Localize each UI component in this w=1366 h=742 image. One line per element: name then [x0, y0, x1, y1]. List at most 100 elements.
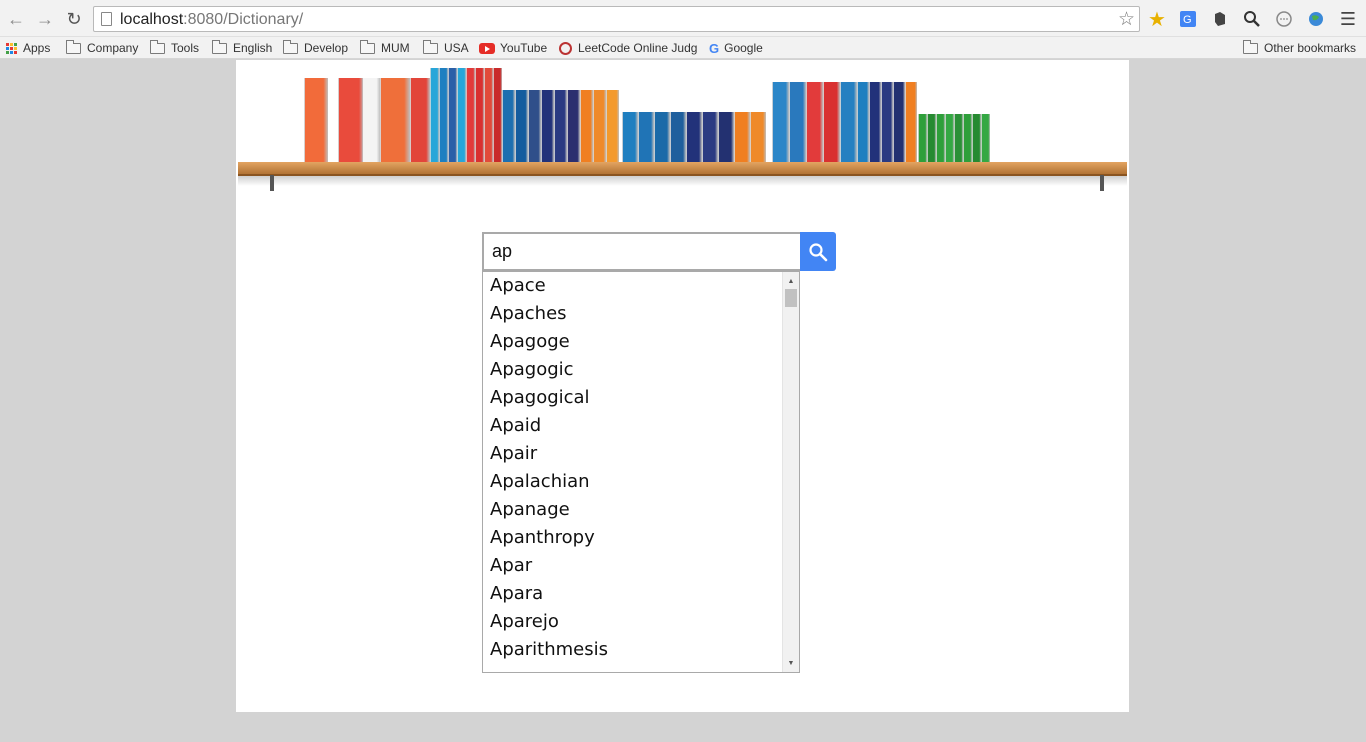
suggestion-item[interactable]: Apanthropy: [483, 524, 782, 552]
suggestion-list: Apace Apaches Apagoge Apagogic Apagogica…: [483, 272, 782, 664]
book-spine: [502, 90, 515, 162]
bookmark-other[interactable]: Other bookmarks: [1243, 39, 1356, 57]
book-spine: [954, 114, 963, 162]
suggestion-item[interactable]: Aparejo: [483, 608, 782, 636]
reload-icon[interactable]: ↻: [63, 8, 85, 30]
globe-icon[interactable]: [1305, 8, 1327, 30]
ellipsis-circle-icon[interactable]: [1273, 8, 1295, 30]
book-spine: [410, 78, 430, 162]
book-spine: [654, 112, 670, 162]
evernote-icon[interactable]: [1209, 8, 1231, 30]
book-spine: [466, 68, 475, 162]
page-content: Apace Apaches Apagoge Apagogic Apagogica…: [236, 60, 1129, 712]
translate-icon[interactable]: G: [1177, 8, 1199, 30]
book-spine: [457, 68, 466, 162]
apps-grid-icon: [6, 42, 17, 54]
google-icon: G: [709, 40, 720, 56]
shelf-bracket: [270, 175, 274, 191]
book-spine: [869, 82, 881, 162]
book-spine: [918, 114, 927, 162]
book-spine: [936, 114, 945, 162]
scroll-down-icon[interactable]: ▼: [783, 656, 799, 670]
book-spine: [430, 68, 439, 162]
folder-icon: [423, 39, 438, 54]
folder-icon: [66, 39, 81, 54]
bookmark-english[interactable]: English: [212, 39, 272, 57]
browser-toolbar: ← → ↻ localhost:8080/Dictionary/ ☆ ★ G ☰: [0, 0, 1366, 37]
folder-icon: [150, 39, 165, 54]
suggestion-item[interactable]: Apar: [483, 552, 782, 580]
book-spine: [750, 112, 766, 162]
folder-icon: [283, 39, 298, 54]
search-icon: [809, 242, 828, 261]
book-spine: [380, 78, 410, 162]
svg-text:G: G: [1183, 14, 1192, 26]
book-spine: [789, 82, 806, 162]
suggestion-item[interactable]: Apagoge: [483, 328, 782, 356]
scroll-thumb[interactable]: [785, 289, 797, 307]
url-text: localhost:8080/Dictionary/: [120, 11, 304, 28]
search-button[interactable]: [800, 232, 836, 271]
leetcode-icon: [559, 41, 572, 55]
shelf-shadow: [238, 176, 1127, 186]
book-spine: [806, 82, 823, 162]
suggestion-item[interactable]: Apaid: [483, 412, 782, 440]
back-icon[interactable]: ←: [5, 8, 27, 30]
search-bar: [482, 232, 836, 271]
folder-icon: [212, 39, 227, 54]
scroll-up-icon[interactable]: ▲: [783, 274, 799, 288]
suggestion-item[interactable]: Apara: [483, 580, 782, 608]
book-spine: [857, 82, 869, 162]
book-spine: [945, 114, 954, 162]
book-spine: [448, 68, 457, 162]
suggestion-item[interactable]: Aparithmesis: [483, 636, 782, 664]
book-spine: [493, 68, 502, 162]
book-spine: [670, 112, 686, 162]
book-spine: [686, 112, 702, 162]
suggestion-item[interactable]: Apagogical: [483, 384, 782, 412]
suggestion-scrollbar[interactable]: ▲ ▼: [782, 272, 799, 672]
bookmark-leetcode[interactable]: LeetCode Online Judg: [559, 39, 699, 57]
bookmark-youtube[interactable]: YouTube: [479, 39, 547, 57]
book-spine: [718, 112, 734, 162]
book-spine: [702, 112, 718, 162]
bookmark-develop[interactable]: Develop: [283, 39, 348, 57]
forward-icon[interactable]: →: [34, 8, 56, 30]
bookmark-company[interactable]: Company: [66, 39, 138, 57]
book-spine: [484, 68, 493, 162]
folder-icon: [360, 39, 375, 54]
book-spine: [554, 90, 567, 162]
dictionary-books-image: [304, 66, 990, 162]
suggestion-item[interactable]: Apalachian: [483, 468, 782, 496]
suggestion-item[interactable]: Apagogic: [483, 356, 782, 384]
book-spine: [362, 78, 380, 162]
suggestion-item[interactable]: Apair: [483, 440, 782, 468]
bookmarks-bar: Apps Company Tools English Develop MUM U…: [0, 37, 1366, 59]
bookmark-google[interactable]: G Google: [709, 39, 763, 57]
suggestion-item[interactable]: Apace: [483, 272, 782, 300]
bookmark-usa[interactable]: USA: [423, 39, 469, 57]
book-spine: [840, 82, 857, 162]
bookmark-tools[interactable]: Tools: [150, 39, 199, 57]
bookmark-star-icon[interactable]: ☆: [1118, 8, 1135, 31]
menu-icon[interactable]: ☰: [1337, 8, 1359, 30]
book-spine: [567, 90, 580, 162]
folder-icon: [1243, 39, 1258, 54]
suggestion-item[interactable]: Apaches: [483, 300, 782, 328]
book-spine: [606, 90, 619, 162]
book-spine: [981, 114, 990, 162]
magnifier-icon[interactable]: [1241, 8, 1263, 30]
book-spine: [638, 112, 654, 162]
book-spine: [439, 68, 448, 162]
book-spine: [541, 90, 554, 162]
favorites-star-icon[interactable]: ★: [1146, 8, 1168, 31]
book-spine: [734, 112, 750, 162]
suggestion-item[interactable]: Apanage: [483, 496, 782, 524]
book-spine: [905, 82, 917, 162]
book-spine: [881, 82, 893, 162]
bookmark-mum[interactable]: MUM: [360, 39, 410, 57]
address-bar[interactable]: localhost:8080/Dictionary/ ☆: [93, 6, 1140, 32]
bookmark-apps[interactable]: Apps: [6, 39, 50, 57]
book-spine: [622, 112, 638, 162]
search-input[interactable]: [482, 232, 800, 271]
